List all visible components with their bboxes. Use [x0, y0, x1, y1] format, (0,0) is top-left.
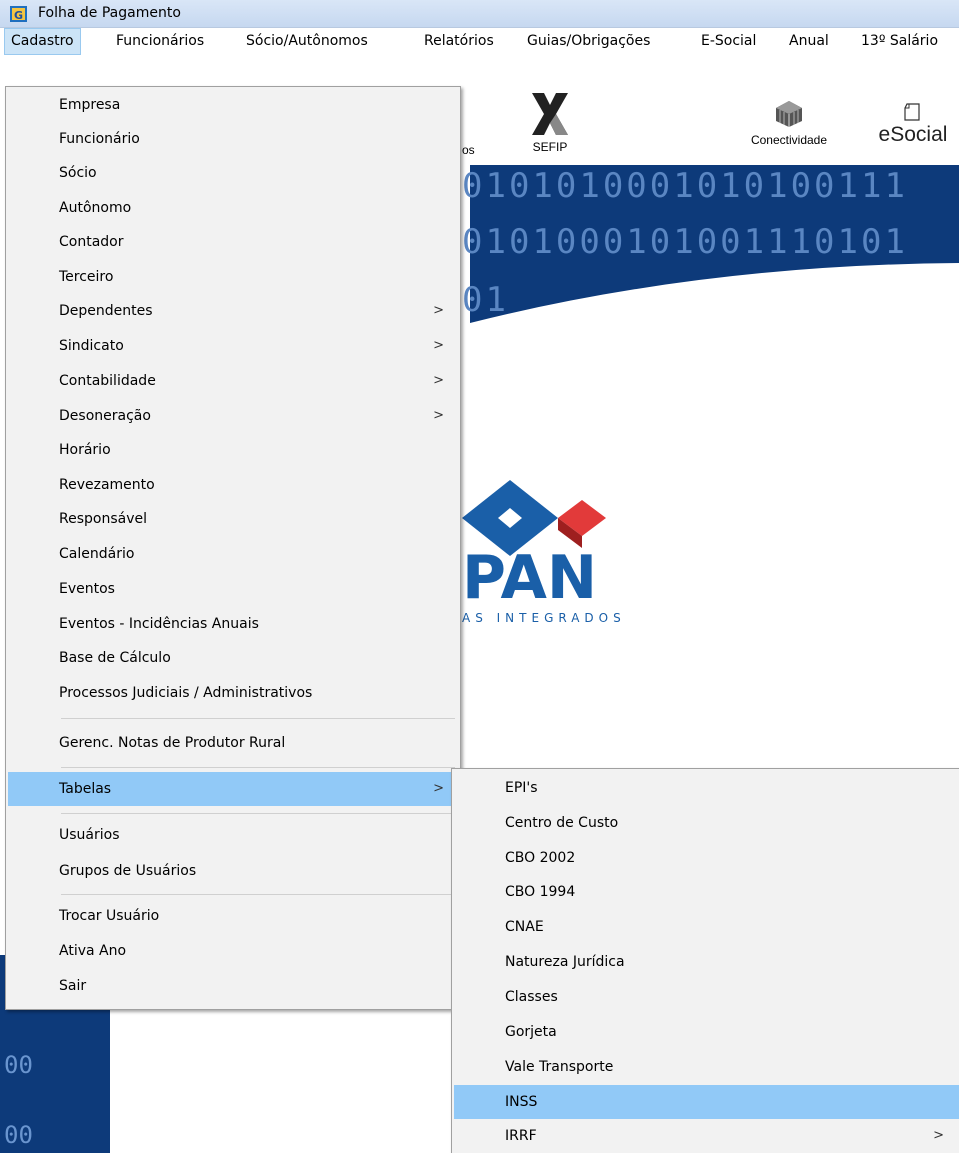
menu-item-socio[interactable]: Sócio [8, 156, 458, 190]
side-binary-3: 00 [4, 1121, 33, 1149]
window-title: Folha de Pagamento [38, 5, 181, 21]
menu-item-desoneracao[interactable]: Desoneração > [8, 399, 458, 433]
sefip-icon [532, 93, 568, 135]
sefip-button[interactable]: SEFIP [520, 93, 580, 165]
submenu-item-cnae[interactable]: CNAE [454, 910, 958, 944]
toolbar-partial-label: os [462, 143, 475, 157]
binary-row-3: 01 [462, 280, 509, 320]
menu-separator [61, 894, 455, 895]
cube-icon [776, 101, 802, 127]
menu-anual[interactable]: Anual [783, 28, 835, 55]
menu-item-processos-judiciais[interactable]: Processos Judiciais / Administrativos [8, 676, 458, 710]
menu-item-terceiro[interactable]: Terceiro [8, 260, 458, 294]
submenu-arrow-icon: > [433, 408, 444, 423]
menu-relatorios[interactable]: Relatórios [418, 28, 500, 55]
menu-13-salario[interactable]: 13º Salário [855, 28, 944, 55]
menu-item-funcionario[interactable]: Funcionário [8, 122, 458, 156]
submenu-item-centro-de-custo[interactable]: Centro de Custo [454, 806, 958, 840]
submenu-arrow-icon: > [933, 1128, 944, 1143]
tabelas-submenu: EPI's Centro de Custo CBO 2002 CBO 1994 … [451, 768, 959, 1153]
menu-item-ativa-ano[interactable]: Ativa Ano [8, 934, 458, 968]
logo-subtitle: AS INTEGRADOS [462, 611, 626, 625]
menu-item-empresa[interactable]: Empresa [8, 88, 458, 122]
menu-item-horario[interactable]: Horário [8, 433, 458, 467]
menu-item-revezamento[interactable]: Revezamento [8, 468, 458, 502]
submenu-item-inss[interactable]: INSS [454, 1085, 959, 1119]
menu-separator [61, 813, 455, 814]
conectividade-button[interactable]: Conectividade [735, 100, 843, 162]
menu-item-contabilidade[interactable]: Contabilidade > [8, 364, 458, 398]
submenu-item-vale-transporte[interactable]: Vale Transporte [454, 1050, 958, 1084]
menu-separator [61, 718, 455, 719]
menu-bar: Cadastro Funcionários Sócio/Autônomos Re… [0, 28, 959, 55]
menu-item-tabelas[interactable]: Tabelas > [8, 772, 458, 806]
menu-item-autonomo[interactable]: Autônomo [8, 191, 458, 225]
menu-e-social[interactable]: E-Social [695, 28, 762, 55]
menu-socio-autonomos[interactable]: Sócio/Autônomos [240, 28, 374, 55]
menu-item-eventos[interactable]: Eventos [8, 572, 458, 606]
menu-funcionarios[interactable]: Funcionários [110, 28, 210, 55]
submenu-item-gorjeta[interactable]: Gorjeta [454, 1015, 958, 1049]
menu-item-eventos-incidencias-anuais[interactable]: Eventos - Incidências Anuais [8, 607, 458, 641]
menu-item-calendario[interactable]: Calendário [8, 537, 458, 571]
menu-separator [61, 767, 455, 768]
submenu-item-cbo-2002[interactable]: CBO 2002 [454, 841, 958, 875]
conectividade-label: Conectividade [750, 133, 828, 147]
menu-item-trocar-usuario[interactable]: Trocar Usuário [8, 899, 458, 933]
app-icon: G [10, 6, 27, 22]
binary-row-1: 0101010001010100111 [462, 166, 908, 206]
menu-guias-obrigacoes[interactable]: Guias/Obrigações [521, 28, 656, 55]
submenu-item-epis[interactable]: EPI's [454, 771, 958, 805]
esocial-label: eSocial [878, 123, 948, 146]
menu-item-gerenc-notas-produtor-rural[interactable]: Gerenc. Notas de Produtor Rural [8, 726, 458, 760]
menu-item-usuarios[interactable]: Usuários [8, 818, 458, 852]
menu-item-grupos-de-usuarios[interactable]: Grupos de Usuários [8, 854, 458, 888]
cadastro-menu: Empresa Funcionário Sócio Autônomo Conta… [5, 86, 461, 1010]
menu-cadastro[interactable]: Cadastro [4, 28, 81, 55]
side-binary-2: 00 [4, 1051, 33, 1079]
menu-item-dependentes[interactable]: Dependentes > [8, 294, 458, 328]
submenu-item-cbo-1994[interactable]: CBO 1994 [454, 875, 958, 909]
sefip-label: SEFIP [532, 140, 568, 154]
logo-text: PAN [462, 543, 597, 613]
company-logo: PAN AS INTEGRADOS [462, 480, 626, 625]
submenu-arrow-icon: > [433, 303, 444, 318]
binary-row-2: 0101000101001110101 [462, 222, 908, 262]
submenu-item-classes[interactable]: Classes [454, 980, 958, 1014]
document-icon [904, 103, 920, 121]
submenu-item-natureza-juridica[interactable]: Natureza Jurídica [454, 945, 958, 979]
submenu-arrow-icon: > [433, 373, 444, 388]
esocial-button[interactable]: eSocial [870, 103, 956, 163]
title-bar: G Folha de Pagamento [0, 0, 959, 28]
menu-item-base-de-calculo[interactable]: Base de Cálculo [8, 641, 458, 675]
menu-item-sindicato[interactable]: Sindicato > [8, 329, 458, 363]
menu-item-contador[interactable]: Contador [8, 225, 458, 259]
submenu-arrow-icon: > [433, 781, 444, 796]
menu-item-responsavel[interactable]: Responsável [8, 502, 458, 536]
menu-item-sair[interactable]: Sair [8, 969, 458, 1003]
submenu-arrow-icon: > [433, 338, 444, 353]
submenu-item-irrf[interactable]: IRRF > [454, 1119, 958, 1153]
svg-text:G: G [14, 9, 23, 22]
